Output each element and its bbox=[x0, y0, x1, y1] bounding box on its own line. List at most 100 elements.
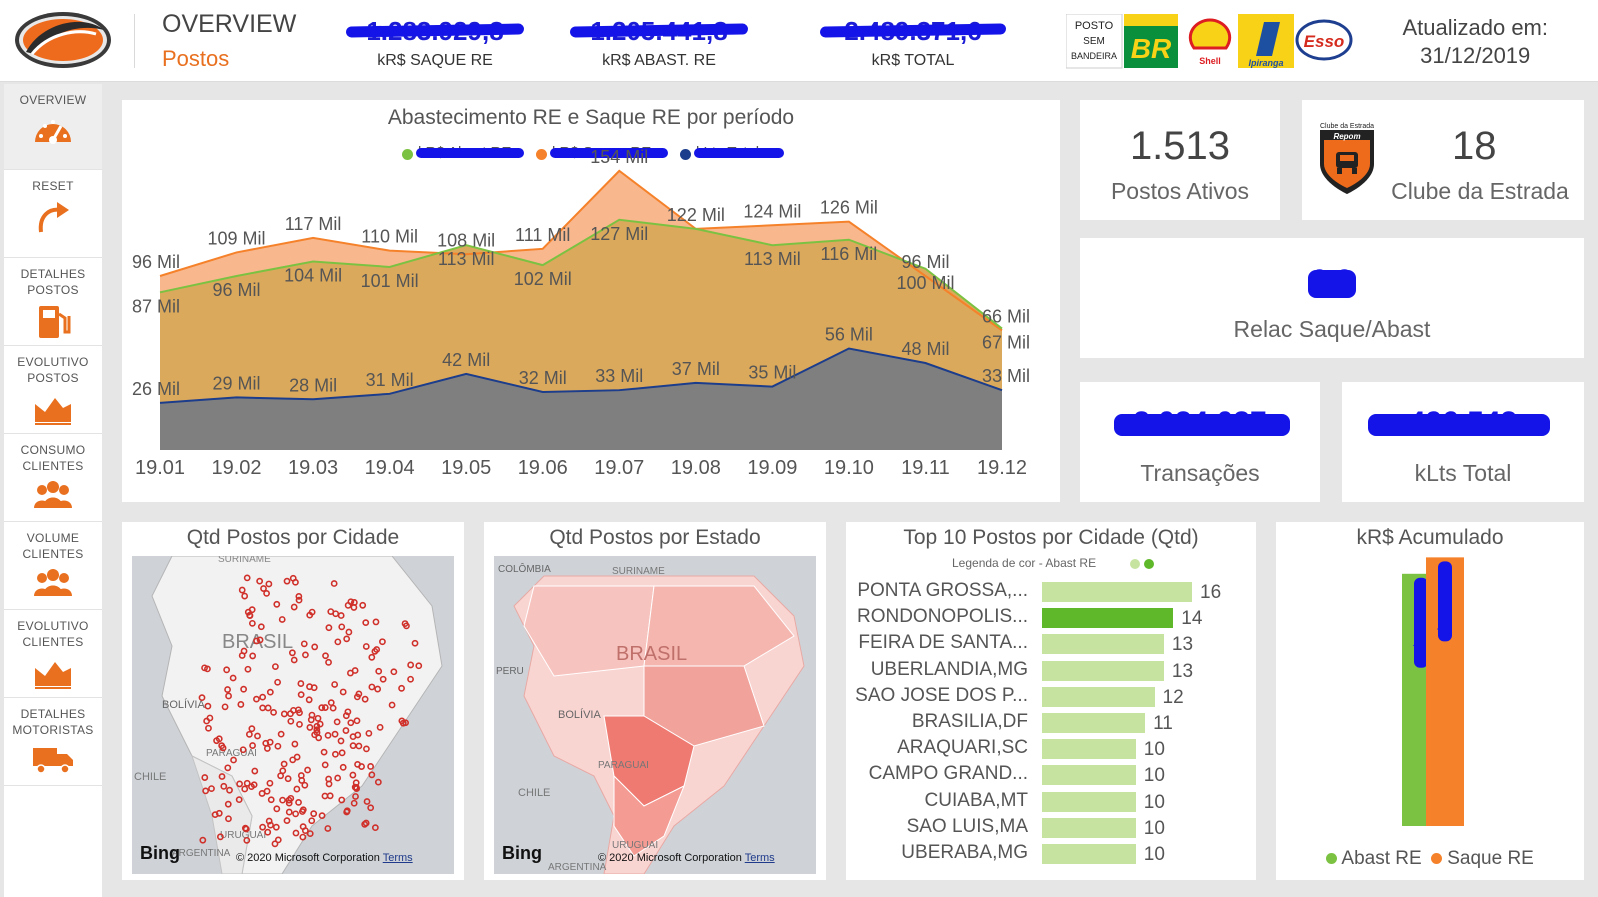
data-label: 124 Mil bbox=[743, 201, 801, 221]
truck-icon bbox=[33, 748, 73, 774]
svg-text:Repom: Repom bbox=[1333, 132, 1360, 141]
bar-category-label: SAO JOSE DOS P... bbox=[855, 684, 1028, 706]
bar[interactable] bbox=[1042, 582, 1192, 602]
bar-row[interactable]: SAO LUIS,MA 10 bbox=[846, 816, 1226, 839]
bar-row[interactable]: BRASILIA,DF 11 bbox=[846, 711, 1226, 734]
svg-text:PARAGUAI: PARAGUAI bbox=[598, 760, 649, 771]
x-tick-label: 19.03 bbox=[288, 457, 338, 479]
top10-cidades-card: Top 10 Postos por Cidade (Qtd) Legenda d… bbox=[846, 522, 1256, 880]
data-label: 37 Mil bbox=[672, 359, 720, 379]
map-terms-link[interactable]: Terms bbox=[745, 852, 775, 864]
sidebar-item-volume-clientes[interactable]: VOLUME CLIENTES bbox=[4, 522, 102, 610]
map-estado-canvas[interactable]: COLÔMBIA SURINAME BRASIL PERU BOLÍVIA PA… bbox=[494, 556, 816, 874]
bar-value-label: 11 bbox=[1153, 713, 1173, 734]
sidebar-item-label: MOTORISTAS bbox=[12, 723, 94, 737]
bar[interactable] bbox=[1042, 739, 1136, 760]
bar[interactable] bbox=[1042, 634, 1164, 655]
bar[interactable] bbox=[1042, 608, 1174, 629]
bar[interactable] bbox=[1042, 660, 1164, 681]
bar-category-label: CUIABA,MT bbox=[924, 789, 1028, 811]
data-label: 127 Mil bbox=[590, 224, 648, 244]
bar-category-label: RONDONOPOLIS... bbox=[856, 606, 1028, 628]
sidebar-item-label: OVERVIEW bbox=[19, 93, 87, 107]
svg-text:Clube da Estrada: Clube da Estrada bbox=[1320, 123, 1374, 130]
data-label: 56 Mil bbox=[825, 325, 873, 345]
bar-category-label: UBERABA,MG bbox=[901, 842, 1028, 863]
bing-logo: Bing bbox=[140, 843, 180, 863]
shell-logo: Shell bbox=[1188, 18, 1232, 66]
bar-value-label: 10 bbox=[1143, 739, 1165, 761]
data-label: 33 Mil bbox=[595, 366, 643, 386]
sidebar-item-label: DETALHES bbox=[20, 267, 86, 281]
data-label: 32 Mil bbox=[519, 368, 567, 388]
bar-row[interactable]: UBERLANDIA,MG 13 bbox=[846, 658, 1226, 682]
bar-category-label: CAMPO GRAND... bbox=[868, 763, 1028, 785]
map-cidade[interactable]: SURINAME BRASIL BOLÍVIA PARAGUAI CHILE U… bbox=[132, 556, 454, 874]
sidebar-item-evolutivo-clientes[interactable]: EVOLUTIVO CLIENTES bbox=[4, 610, 102, 698]
bar-row[interactable]: FEIRA DE SANTA... 13 bbox=[846, 632, 1226, 655]
bar-row[interactable]: SAO JOSE DOS P... 12 bbox=[846, 684, 1226, 708]
sidebar-item-label: EVOLUTIVO bbox=[17, 355, 89, 369]
sidebar-item-reset[interactable]: RESET bbox=[4, 170, 102, 258]
sidebar-item-detalhes-postos[interactable]: DETALHES POSTOS bbox=[4, 258, 102, 346]
bar[interactable] bbox=[1042, 765, 1136, 786]
top10-bars: PONTA GROSSA,... 16 RONDONOPOLIS... 14 FEIRA… bbox=[846, 580, 1256, 880]
data-label: 122 Mil bbox=[667, 205, 725, 225]
data-label: 87 Mil bbox=[132, 296, 180, 316]
bar-row[interactable]: ARAQUARI,SC 10 bbox=[846, 737, 1226, 761]
transacoes-card: 2.034.037 Transações bbox=[1080, 382, 1320, 502]
top10-legend-dot-light bbox=[1130, 559, 1140, 569]
bar[interactable] bbox=[1042, 817, 1136, 838]
last-updated: Atualizado em: 31/12/2019 bbox=[1402, 14, 1548, 70]
legend-dot-saque bbox=[1430, 853, 1442, 864]
kpi-abast-value: 1.205.441,8 bbox=[576, 16, 742, 46]
bar-row[interactable]: PONTA GROSSA,... 16 bbox=[846, 580, 1226, 603]
map-terms-link[interactable]: Terms bbox=[383, 852, 413, 864]
svg-text:Ipiranga: Ipiranga bbox=[1248, 58, 1283, 68]
data-label: 108 Mil bbox=[437, 230, 495, 250]
data-label: 35 Mil bbox=[748, 363, 796, 383]
map-estado[interactable]: COLÔMBIA SURINAME BRASIL PERU BOLÍVIA PA… bbox=[494, 556, 816, 874]
updated-date: 31/12/2019 bbox=[1420, 43, 1531, 68]
fuel-pump-icon bbox=[39, 306, 71, 338]
fuel-brands-logos: POSTO SEM BANDEIRA BR Shell Ipiranga Ess… bbox=[1066, 14, 1353, 69]
bar-row[interactable]: CUIABA,MT 10 bbox=[846, 789, 1226, 813]
x-tick-label: 19.07 bbox=[594, 457, 644, 479]
data-label: 101 Mil bbox=[361, 271, 419, 291]
bar[interactable] bbox=[1042, 713, 1146, 733]
sidebar-item-label: POSTOS bbox=[27, 283, 79, 297]
sidebar-item-label: CLIENTES bbox=[22, 459, 84, 473]
bar[interactable] bbox=[1042, 844, 1136, 864]
svg-text:PERU: PERU bbox=[496, 666, 524, 677]
bar[interactable] bbox=[1042, 791, 1136, 812]
people-icon bbox=[34, 481, 72, 508]
kpi-total: 2.489.371,6 kR$ TOTAL bbox=[826, 16, 1000, 70]
updated-label: Atualizado em: bbox=[1402, 15, 1548, 40]
data-label: 102 Mil bbox=[514, 269, 572, 289]
bar[interactable] bbox=[1042, 686, 1155, 707]
map-copyright: © 2020 Microsoft Corporation Terms bbox=[236, 852, 413, 864]
bar-row[interactable]: RONDONOPOLIS... 14 bbox=[846, 606, 1226, 630]
data-label: 26 Mil bbox=[132, 379, 180, 399]
sidebar-item-detalhes-motoristas[interactable]: DETALHES MOTORISTAS bbox=[4, 698, 102, 786]
sidebar-item-overview[interactable]: OVERVIEW bbox=[4, 84, 102, 170]
data-label: 113 Mil bbox=[744, 249, 801, 269]
map-copyright: © 2020 Microsoft Corporation Terms bbox=[598, 852, 775, 864]
area-chart-plot: 96 Mil 109 Mil 117 Mil 110 Mil 108 Mil 111 Mi… bbox=[132, 147, 1030, 479]
sidebar-item-evolutivo-postos[interactable]: EVOLUTIVO POSTOS bbox=[4, 346, 102, 434]
data-label: 42 Mil bbox=[442, 350, 490, 370]
ipiranga-logo: Ipiranga bbox=[1238, 14, 1294, 68]
svg-text:SEM: SEM bbox=[1083, 36, 1105, 47]
bar-category-label: UBERLANDIA,MG bbox=[870, 658, 1028, 680]
br-logo: BR bbox=[1124, 14, 1178, 68]
data-label: 154 Mil bbox=[590, 147, 648, 167]
map-cidade-canvas[interactable]: SURINAME BRASIL BOLÍVIA PARAGUAI CHILE U… bbox=[132, 556, 454, 874]
bar-row[interactable]: UBERABA,MG 10 bbox=[846, 842, 1226, 865]
bar-row[interactable]: CAMPO GRAND... 10 bbox=[846, 763, 1226, 786]
data-label: 31 Mil bbox=[366, 370, 414, 390]
header: OVERVIEW Postos 1.283.929,8 kR$ SAQUE RE… bbox=[0, 0, 1598, 82]
bar-value-label: 14 bbox=[1181, 608, 1203, 630]
bar-category-label: FEIRA DE SANTA... bbox=[858, 632, 1028, 654]
svg-text:SURINAME: SURINAME bbox=[612, 566, 665, 577]
sidebar-item-consumo-clientes[interactable]: CONSUMO CLIENTES bbox=[4, 434, 102, 522]
